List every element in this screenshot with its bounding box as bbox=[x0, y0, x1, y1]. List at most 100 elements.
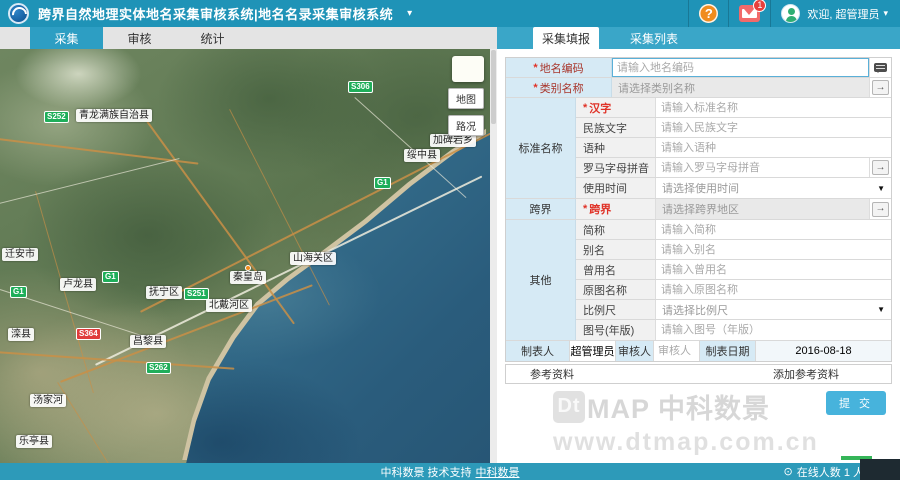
field-label: * 跨界 bbox=[576, 199, 656, 219]
map-place-label: 滦县 bbox=[8, 328, 34, 341]
group-label: 其他 bbox=[506, 220, 576, 340]
chevron-down-icon: ▼ bbox=[877, 183, 885, 193]
original-map-name-input[interactable] bbox=[656, 280, 891, 299]
road-badge: S306 bbox=[348, 81, 373, 93]
divider bbox=[728, 0, 730, 27]
map-place-label: 青龙满族自治县 bbox=[76, 109, 152, 122]
field-label: 使用时间 bbox=[576, 178, 656, 198]
row-cross-border: * 跨界 请选择跨界地区 → bbox=[576, 199, 891, 219]
tab-collect-list[interactable]: 采集列表 bbox=[621, 27, 687, 49]
pinyin-input[interactable] bbox=[656, 158, 869, 177]
category-name-field[interactable]: 请选择类别名称 bbox=[612, 78, 869, 97]
map-place-label: 迁安市 bbox=[2, 248, 38, 261]
required-mark: * bbox=[533, 61, 538, 74]
form-panel: Dt MAP 中科数景 www.dtmap.com.cn * 地名编码 请输入地… bbox=[497, 49, 900, 463]
collect-form: * 地名编码 * 类别名称 请选择类别名称 → bbox=[505, 57, 892, 362]
auditor-input[interactable] bbox=[654, 345, 699, 357]
row-place-code: * 地名编码 bbox=[506, 58, 891, 78]
field-label: 原图名称 bbox=[576, 280, 656, 299]
usage-time-select[interactable]: 请选择使用时间 ▼ bbox=[656, 178, 891, 198]
map-place-label: 汤家河 bbox=[30, 394, 66, 407]
road-badge: G1 bbox=[374, 177, 391, 189]
former-name-input[interactable] bbox=[656, 260, 891, 279]
tab-statistics[interactable]: 统计 bbox=[176, 27, 249, 49]
required-mark: * bbox=[533, 81, 538, 94]
map-marker-dot bbox=[245, 265, 251, 271]
submit-button[interactable]: 提 交 bbox=[825, 391, 886, 415]
row-meta: 制表人 超管理员 审核人 制表日期 2016-08-18 bbox=[506, 341, 891, 361]
group-other: 其他 简称 别名 曾用名 bbox=[506, 220, 891, 341]
ethnic-script-input[interactable] bbox=[656, 118, 891, 137]
top-bar-actions: ? 1 欢迎, 超管理员 ▾ bbox=[678, 0, 900, 27]
online-count: ⊙ 在线人数 1 人 bbox=[783, 466, 864, 479]
place-code-input[interactable] bbox=[612, 58, 869, 77]
group-label: 跨界 bbox=[506, 199, 576, 219]
short-name-input[interactable] bbox=[656, 220, 891, 239]
map-place-label: 秦皇岛 bbox=[230, 271, 266, 284]
road-line bbox=[0, 158, 180, 205]
tab-review[interactable]: 审核 bbox=[103, 27, 176, 49]
row-sheet-number: 图号(年版) bbox=[576, 320, 891, 340]
field-label: 语种 bbox=[576, 138, 656, 157]
row-scale: 比例尺 请选择比例尺 ▼ bbox=[576, 300, 891, 320]
row-hanzi: * 汉字 bbox=[576, 98, 891, 118]
row-category-name: * 类别名称 请选择类别名称 → bbox=[506, 78, 891, 98]
chevron-down-icon[interactable]: ▾ bbox=[883, 8, 888, 19]
divider bbox=[770, 0, 772, 27]
map-place-label: 山海关区 bbox=[290, 252, 336, 265]
map-place-label: 乐亭县 bbox=[16, 435, 52, 448]
map-place-label: 卢龙县 bbox=[60, 278, 96, 291]
chevron-down-icon[interactable]: ▾ bbox=[407, 8, 412, 19]
add-reference-link[interactable]: 添加参考资料 bbox=[773, 366, 839, 382]
cross-border-picker-button[interactable]: → bbox=[872, 201, 889, 217]
pinyin-picker-button[interactable]: → bbox=[872, 160, 889, 175]
tab-collect-form[interactable]: 采集填报 bbox=[533, 27, 599, 49]
field-label: 简称 bbox=[576, 220, 656, 239]
row-former-name: 曾用名 bbox=[576, 260, 891, 280]
support-link[interactable]: 中科数景 bbox=[476, 464, 520, 480]
field-label: 曾用名 bbox=[576, 260, 656, 279]
row-original-map-name: 原图名称 bbox=[576, 280, 891, 300]
date-label: 制表日期 bbox=[700, 341, 756, 361]
auditor-label: 审核人 bbox=[616, 341, 654, 361]
footer-support: 中科数景 技术支持 中科数景 bbox=[0, 463, 900, 480]
map-controls: 地图 路况 bbox=[448, 56, 484, 136]
road-line bbox=[57, 382, 138, 463]
avatar bbox=[781, 4, 801, 23]
message-icon[interactable]: 1 bbox=[739, 0, 767, 22]
reference-row: 参考资料 添加参考资料 bbox=[505, 364, 892, 384]
map-type-button[interactable]: 地图 bbox=[448, 88, 484, 109]
row-pinyin: 罗马字母拼音 → bbox=[576, 158, 891, 178]
map-place-label: 抚宁区 bbox=[146, 286, 182, 299]
row-language: 语种 bbox=[576, 138, 891, 158]
scale-select[interactable]: 请选择比例尺 ▼ bbox=[656, 300, 891, 319]
sheet-number-input[interactable] bbox=[656, 320, 891, 340]
date-value: 2016-08-18 bbox=[756, 341, 891, 361]
top-bar: 跨界自然地理实体地名采集审核系统|地名名录采集审核系统 ▾ ? 1 欢迎, 超管… bbox=[0, 0, 900, 27]
scrollbar-thumb[interactable] bbox=[491, 50, 496, 124]
maker-label: 制表人 bbox=[506, 341, 570, 361]
alias-input[interactable] bbox=[656, 240, 891, 259]
map-overview-box[interactable] bbox=[452, 56, 484, 82]
tab-collect[interactable]: 采集 bbox=[30, 27, 103, 49]
standard-name-input[interactable] bbox=[656, 98, 891, 117]
app-logo-icon bbox=[8, 3, 29, 24]
online-icon: ⊙ bbox=[783, 466, 793, 478]
category-picker-button[interactable]: → bbox=[872, 80, 889, 95]
divider bbox=[688, 0, 690, 27]
row-ethnic-script: 民族文字 bbox=[576, 118, 891, 138]
field-label: 民族文字 bbox=[576, 118, 656, 137]
road-badge: G1 bbox=[102, 271, 119, 283]
map-traffic-button[interactable]: 路况 bbox=[448, 115, 484, 136]
watermark-url: www.dtmap.com.cn bbox=[553, 428, 819, 456]
map-canvas[interactable]: 青龙满族自治县 加碑岩乡 绥中县 山海关区 秦皇岛 北戴河区 抚宁区 卢龙县 迁安市 滦县 昌黎县汤… bbox=[0, 49, 490, 463]
road-badge: S364 bbox=[76, 328, 101, 340]
scrollbar[interactable] bbox=[490, 49, 497, 463]
language-input[interactable] bbox=[656, 138, 891, 157]
user-menu[interactable]: 欢迎, 超管理员 bbox=[807, 6, 879, 22]
field-label: 罗马字母拼音 bbox=[576, 158, 656, 177]
screen-artifact bbox=[860, 459, 900, 480]
keyboard-icon[interactable] bbox=[874, 63, 887, 73]
cross-border-field[interactable]: 请选择跨界地区 bbox=[656, 199, 869, 219]
help-icon[interactable]: ? bbox=[699, 4, 719, 23]
